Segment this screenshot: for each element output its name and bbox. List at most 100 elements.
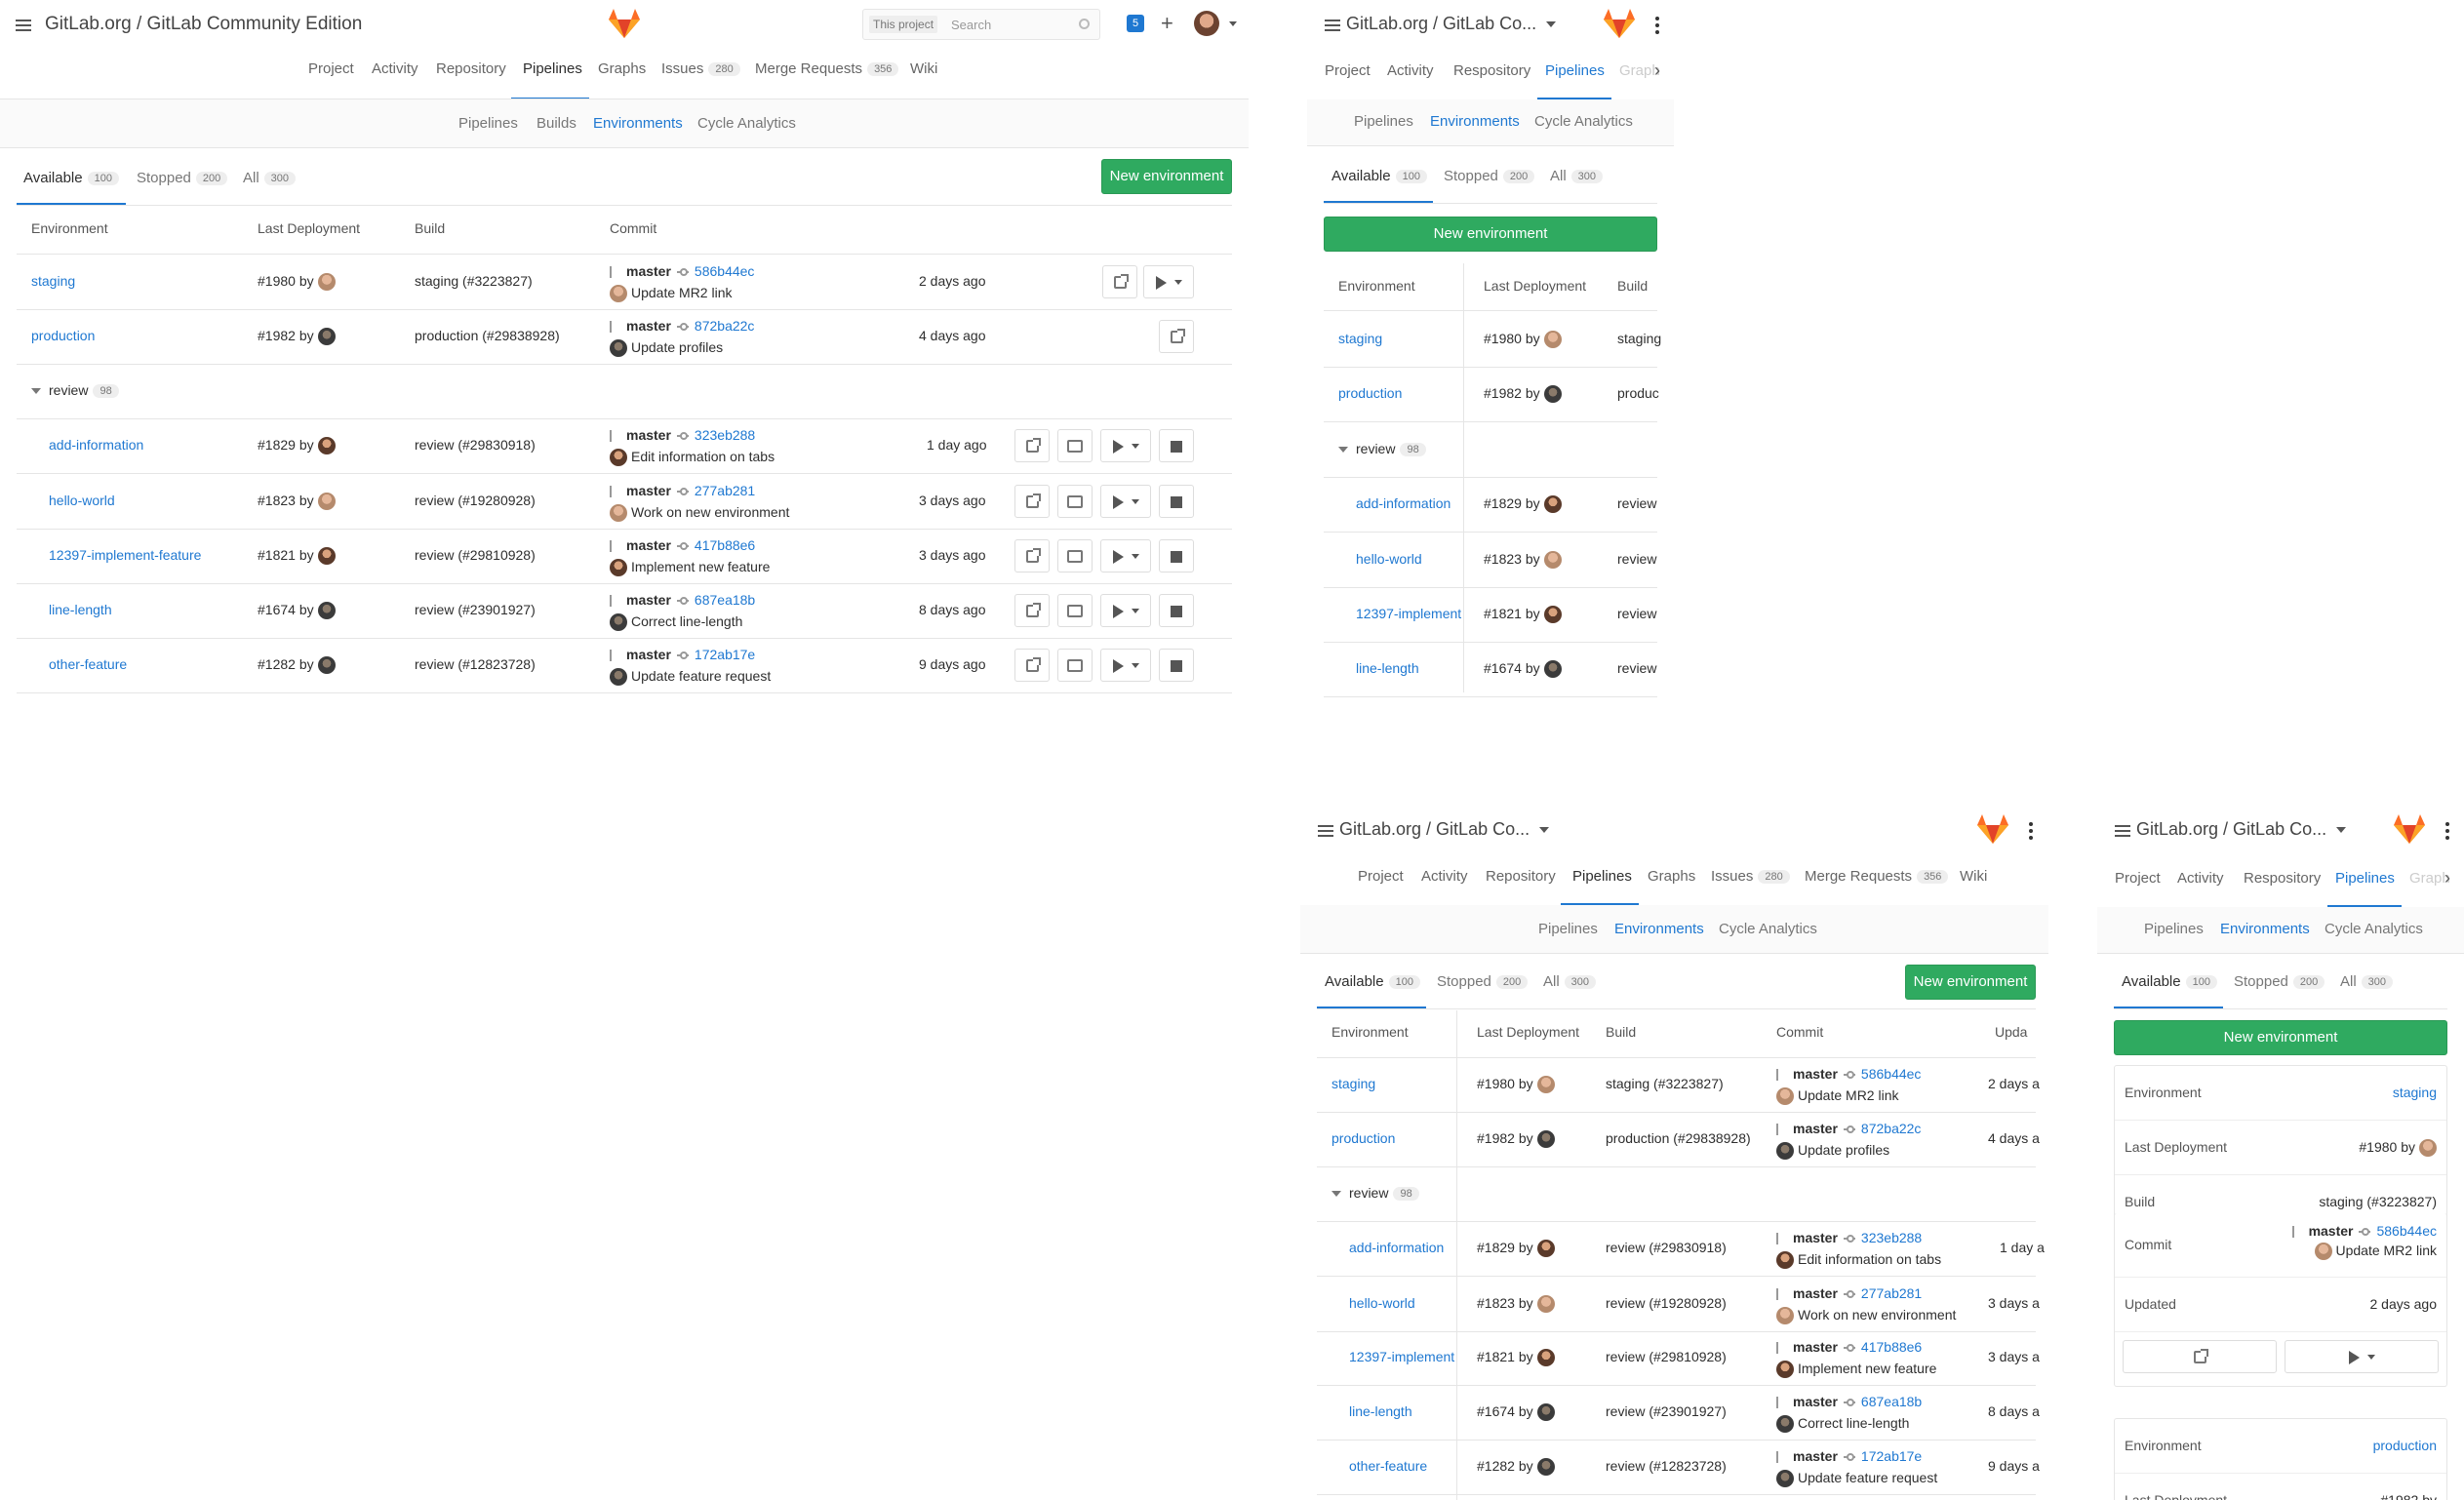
build-link[interactable]: review (#29810928) bbox=[415, 547, 536, 563]
nav-pipelines[interactable]: Pipelines bbox=[523, 60, 582, 77]
commit-sha[interactable]: 687ea18b bbox=[1861, 1394, 1922, 1409]
nav-activity[interactable]: Activity bbox=[1421, 868, 1468, 885]
tab-all[interactable]: All 300 bbox=[1550, 168, 1604, 184]
commit-sha[interactable]: 872ba22c bbox=[695, 318, 755, 334]
branch-name[interactable]: master bbox=[626, 263, 671, 279]
avatar[interactable] bbox=[610, 559, 627, 577]
commit-sha[interactable]: 417b88e6 bbox=[695, 537, 755, 553]
avatar[interactable] bbox=[1776, 1142, 1794, 1161]
nav-project[interactable]: Project bbox=[1325, 62, 1371, 79]
gitlab-logo-icon[interactable] bbox=[607, 6, 642, 41]
external-link-button[interactable] bbox=[1014, 594, 1050, 627]
gitlab-logo-icon[interactable] bbox=[1602, 6, 1637, 41]
environment-link[interactable]: hello-world bbox=[49, 493, 115, 508]
environment-link[interactable]: hello-world bbox=[1349, 1295, 1415, 1311]
build-link[interactable]: review bbox=[1617, 660, 1656, 676]
branch-name[interactable]: master bbox=[626, 318, 671, 334]
avatar[interactable] bbox=[610, 613, 627, 632]
environment-link[interactable]: staging bbox=[31, 273, 75, 289]
branch-name[interactable]: master bbox=[1793, 1394, 1838, 1409]
external-link-button[interactable] bbox=[1014, 485, 1050, 518]
branch-name[interactable]: master bbox=[626, 483, 671, 498]
nav-issues[interactable]: Issues 280 bbox=[661, 60, 740, 77]
subnav-cycle-analytics[interactable]: Cycle Analytics bbox=[1719, 921, 1817, 937]
avatar[interactable] bbox=[317, 493, 336, 511]
branch-name[interactable]: master bbox=[2309, 1223, 2354, 1239]
avatar[interactable] bbox=[1536, 1240, 1555, 1258]
commit-message[interactable]: Update profiles bbox=[631, 339, 723, 355]
hamburger-icon[interactable] bbox=[1318, 825, 1333, 837]
branch-name[interactable]: master bbox=[1793, 1339, 1838, 1355]
avatar[interactable] bbox=[1776, 1470, 1794, 1488]
nav-repository[interactable]: Repository bbox=[1486, 868, 1556, 885]
branch-name[interactable]: master bbox=[626, 647, 671, 662]
subnav-pipelines[interactable]: Pipelines bbox=[1538, 921, 1598, 937]
deployment-id[interactable]: #1829 by bbox=[1484, 495, 1540, 511]
branch-name[interactable]: master bbox=[626, 537, 671, 553]
commit-message[interactable]: Update profiles bbox=[1798, 1142, 1889, 1158]
avatar[interactable] bbox=[1776, 1307, 1794, 1325]
build-link[interactable]: review (#12823728) bbox=[1606, 1458, 1727, 1474]
deployment-id[interactable]: #1980 by bbox=[1477, 1076, 1533, 1091]
environment-link[interactable]: hello-world bbox=[1356, 551, 1422, 567]
environment-link[interactable]: production bbox=[1338, 385, 1402, 401]
environment-link[interactable]: other-feature bbox=[1349, 1458, 1427, 1474]
branch-name[interactable]: master bbox=[626, 427, 671, 443]
build-link[interactable]: review (#23901927) bbox=[415, 602, 536, 617]
build-link[interactable]: production (#29838928) bbox=[1606, 1130, 1751, 1146]
notifications-icon[interactable]: 5 bbox=[1127, 15, 1144, 32]
gitlab-logo-icon[interactable] bbox=[2392, 811, 2427, 847]
tab-all[interactable]: All 300 bbox=[2340, 973, 2394, 990]
deploy-actions-button[interactable] bbox=[1100, 539, 1151, 572]
deployment-id[interactable]: #1980 by bbox=[1484, 331, 1540, 346]
avatar[interactable] bbox=[317, 656, 336, 675]
commit-sha[interactable]: 323eb288 bbox=[1861, 1230, 1922, 1245]
nav-merge-requests[interactable]: Merge Requests 356 bbox=[1805, 868, 1949, 885]
terminal-button[interactable] bbox=[1057, 429, 1093, 462]
deployment-id[interactable]: #1821 by bbox=[1477, 1349, 1533, 1364]
avatar[interactable] bbox=[2419, 1139, 2437, 1158]
deployment-id[interactable]: #1823 by bbox=[1477, 1295, 1533, 1311]
stop-button[interactable] bbox=[1159, 594, 1194, 627]
nav-repository[interactable]: Respository bbox=[2244, 870, 2321, 887]
deploy-actions-button[interactable] bbox=[1100, 485, 1151, 518]
terminal-button[interactable] bbox=[1057, 485, 1093, 518]
subnav-environments[interactable]: Environments bbox=[593, 115, 683, 132]
subnav-builds[interactable]: Builds bbox=[537, 115, 576, 132]
tab-all[interactable]: All 300 bbox=[1543, 973, 1597, 990]
build-link[interactable]: review (#23901927) bbox=[1606, 1403, 1727, 1419]
environment-link[interactable]: other-feature bbox=[49, 656, 127, 672]
tab-available[interactable]: Available 100 bbox=[2122, 973, 2217, 990]
avatar[interactable] bbox=[317, 547, 336, 566]
subnav-cycle-analytics[interactable]: Cycle Analytics bbox=[697, 115, 796, 132]
commit-sha[interactable]: 172ab17e bbox=[1861, 1448, 1922, 1464]
commit-message[interactable]: Update feature request bbox=[631, 668, 771, 684]
avatar[interactable] bbox=[610, 668, 627, 687]
nav-activity[interactable]: Activity bbox=[372, 60, 418, 77]
tab-stopped[interactable]: Stopped 200 bbox=[137, 170, 228, 186]
commit-sha[interactable]: 586b44ec bbox=[695, 263, 755, 279]
commit-sha[interactable]: 323eb288 bbox=[695, 427, 755, 443]
user-avatar[interactable] bbox=[1194, 11, 1219, 36]
stop-button[interactable] bbox=[1159, 649, 1194, 682]
deployment-id[interactable]: #1829 by bbox=[258, 437, 314, 453]
avatar[interactable] bbox=[317, 328, 336, 346]
build-link[interactable]: review (#12823728) bbox=[415, 656, 536, 672]
deployment-id[interactable]: #1982 by bbox=[1477, 1130, 1533, 1146]
avatar[interactable] bbox=[317, 273, 336, 292]
build-link[interactable]: review (#29830918) bbox=[415, 437, 536, 453]
deployment-id[interactable]: #1982 by bbox=[1484, 385, 1540, 401]
avatar[interactable] bbox=[317, 602, 336, 620]
commit-message[interactable]: Work on new environment bbox=[1798, 1307, 1956, 1322]
commit-sha[interactable]: 872ba22c bbox=[1861, 1121, 1922, 1136]
commit-message[interactable]: Edit information on tabs bbox=[631, 449, 775, 464]
avatar[interactable] bbox=[610, 285, 627, 303]
terminal-button[interactable] bbox=[1057, 594, 1093, 627]
build-link[interactable]: staging (#3223827) bbox=[1606, 1076, 1724, 1091]
avatar[interactable] bbox=[1536, 1295, 1555, 1314]
subnav-environments[interactable]: Environments bbox=[1614, 921, 1704, 937]
environment-link[interactable]: add-information bbox=[49, 437, 143, 453]
commit-sha[interactable]: 172ab17e bbox=[695, 647, 755, 662]
more-options-icon[interactable] bbox=[1655, 17, 1659, 37]
branch-name[interactable]: master bbox=[1793, 1448, 1838, 1464]
